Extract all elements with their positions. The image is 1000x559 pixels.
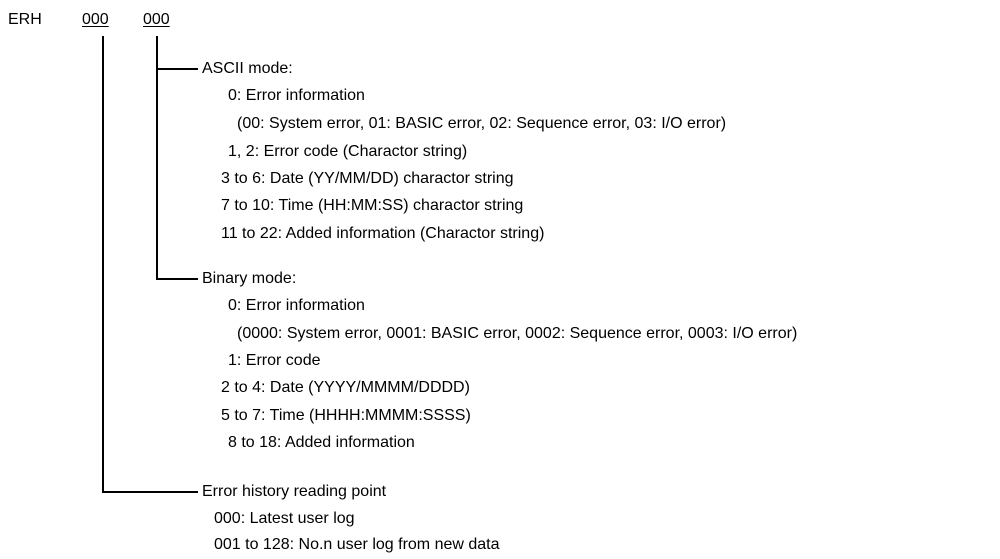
command-name: ERH	[8, 11, 42, 28]
connector-horizontal-binary	[156, 278, 198, 280]
binary-line-added-info: 8 to 18: Added information	[228, 434, 415, 451]
binary-line-error-types: (0000: System error, 0001: BASIC error, …	[237, 325, 798, 342]
binary-line-time: 5 to 7: Time (HHHH:MMMM:SSSS)	[221, 407, 471, 424]
binary-line-error-info: 0: Error information	[228, 297, 365, 314]
connector-vertical-reading-point	[102, 36, 104, 492]
ascii-mode-title: ASCII mode:	[202, 60, 293, 77]
ascii-line-error-code: 1, 2: Error code (Charactor string)	[228, 143, 468, 160]
param-data-mode: 000	[143, 11, 170, 28]
ascii-line-added-info: 11 to 22: Added information (Charactor s…	[221, 225, 545, 242]
ascii-line-error-info: 0: Error information	[228, 87, 365, 104]
binary-line-error-code: 1: Error code	[228, 352, 321, 369]
binary-line-date: 2 to 4: Date (YYYY/MMMM/DDDD)	[221, 379, 470, 396]
connector-vertical-data-mode	[156, 36, 158, 279]
connector-horizontal-ascii	[156, 68, 198, 70]
binary-mode-title: Binary mode:	[202, 270, 297, 287]
ascii-line-error-types: (00: System error, 01: BASIC error, 02: …	[237, 115, 727, 132]
ascii-line-time: 7 to 10: Time (HH:MM:SS) charactor strin…	[221, 197, 524, 214]
reading-point-range: 001 to 128: No.n user log from new data	[214, 536, 500, 553]
connector-horizontal-reading-point	[102, 491, 198, 493]
param-reading-point: 000	[82, 11, 109, 28]
reading-point-latest: 000: Latest user log	[214, 510, 355, 527]
reading-point-title: Error history reading point	[202, 483, 387, 500]
ascii-line-date: 3 to 6: Date (YY/MM/DD) charactor string	[221, 170, 514, 187]
